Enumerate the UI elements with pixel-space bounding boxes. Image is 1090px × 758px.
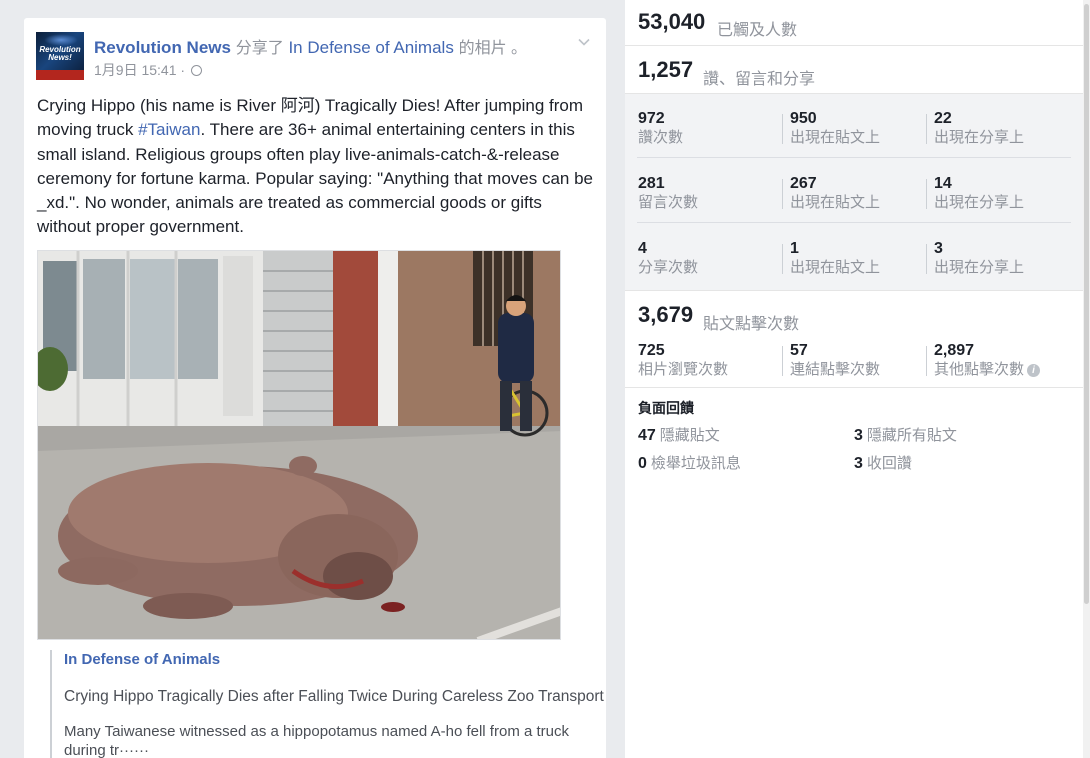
engagement-count: 1,257 bbox=[638, 57, 694, 82]
post-header: Revolution News! Revolution News 分享了 In … bbox=[36, 32, 594, 82]
stat-cell: 1 出現在貼文上 bbox=[790, 240, 881, 276]
reach-count: 53,040 bbox=[638, 9, 706, 34]
reach-label: 已觸及人數 bbox=[717, 22, 798, 39]
post-clicks-count: 3,679 bbox=[638, 302, 694, 327]
engagement-label: 讚、留言和分享 bbox=[703, 71, 816, 88]
shared-page-link[interactable]: In Defense of Animals bbox=[288, 38, 453, 57]
info-icon[interactable]: i bbox=[1027, 364, 1041, 377]
stat-cell: 267 出現在貼文上 bbox=[790, 175, 881, 211]
stat-cell: 3 出現在分享上 bbox=[934, 240, 1025, 276]
stat-cell: 725 相片瀏覽次數 bbox=[638, 342, 729, 378]
hide-all-posts-stat: 3 隱藏所有貼文 bbox=[854, 427, 957, 444]
shared-text: 分享了 bbox=[235, 40, 284, 57]
post-body: Crying Hippo (his name is River 阿河) Trag… bbox=[37, 94, 597, 240]
scrollbar-thumb[interactable] bbox=[1084, 4, 1089, 604]
stat-cell: 22 出現在分享上 bbox=[934, 110, 1025, 146]
page-avatar[interactable]: Revolution News! bbox=[36, 32, 84, 80]
link-preview[interactable]: In Defense of Animals Crying Hippo Tragi… bbox=[50, 650, 604, 758]
report-spam-stat: 0 檢舉垃圾訊息 bbox=[638, 455, 741, 472]
page-name-link[interactable]: Revolution News bbox=[94, 38, 231, 57]
insights-panel: 53,040 已觸及人數 1,257 讚、留言和分享 972 讚次數 950 出現在… bbox=[625, 0, 1083, 758]
post-meta: 1月9日 15:41 · bbox=[94, 60, 202, 80]
post-clicks-section: 3,679 貼文點擊次數 725 相片瀏覽次數 57 連結點擊次數 2,897 其他… bbox=[625, 292, 1083, 388]
stat-cell: 972 讚次數 bbox=[638, 110, 684, 146]
hashtag-link[interactable]: #Taiwan bbox=[138, 120, 200, 139]
link-description: Many Taiwanese witnessed as a hippopotam… bbox=[64, 723, 569, 758]
negative-feedback-title: 負面回饋 bbox=[638, 400, 694, 416]
link-source[interactable]: In Defense of Animals bbox=[54, 651, 220, 668]
reach-row: 53,040 已觸及人數 bbox=[625, 0, 1083, 46]
engagement-breakdown: 972 讚次數 950 出現在貼文上 22 出現在分享上 281 留言次數 267 出現在… bbox=[625, 93, 1083, 291]
stat-cell: 281 留言次數 bbox=[638, 175, 699, 211]
stat-cell: 950 出現在貼文上 bbox=[790, 110, 881, 146]
stat-cell: 4 分享次數 bbox=[638, 240, 699, 276]
shared-suffix: 的相片 。 bbox=[458, 40, 528, 57]
post-photo[interactable] bbox=[37, 250, 561, 640]
stat-cell: 57 連結點擊次數 bbox=[790, 342, 881, 378]
post-card: Revolution News! Revolution News 分享了 In … bbox=[24, 18, 606, 758]
unlike-stat: 3 收回讚 bbox=[854, 455, 912, 472]
hide-post-stat: 47 隱藏貼文 bbox=[638, 427, 720, 444]
chevron-down-icon[interactable] bbox=[578, 36, 590, 48]
likes-row: 972 讚次數 950 出現在貼文上 22 出現在分享上 bbox=[625, 94, 1083, 158]
post-clicks-label: 貼文點擊次數 bbox=[703, 316, 800, 333]
link-headline[interactable]: Crying Hippo Tragically Dies after Falli… bbox=[54, 688, 604, 706]
avatar-logo-text: Revolution News! bbox=[39, 45, 81, 62]
shares-row: 4 分享次數 1 出現在貼文上 3 出現在分享上 bbox=[625, 224, 1083, 288]
engagement-row: 1,257 讚、留言和分享 bbox=[625, 47, 1083, 93]
post-header-line: Revolution News 分享了 In Defense of Animal… bbox=[94, 34, 527, 58]
stat-cell: 2,897 其他點擊次數 i bbox=[934, 342, 1041, 379]
stat-cell: 14 出現在分享上 bbox=[934, 175, 1025, 211]
post-timestamp[interactable]: 1月9日 15:41 · bbox=[94, 62, 185, 78]
comments-row: 281 留言次數 267 出現在貼文上 14 出現在分享上 bbox=[625, 159, 1083, 223]
hippo-street-photo-icon bbox=[38, 251, 560, 639]
globe-icon[interactable] bbox=[190, 65, 202, 76]
